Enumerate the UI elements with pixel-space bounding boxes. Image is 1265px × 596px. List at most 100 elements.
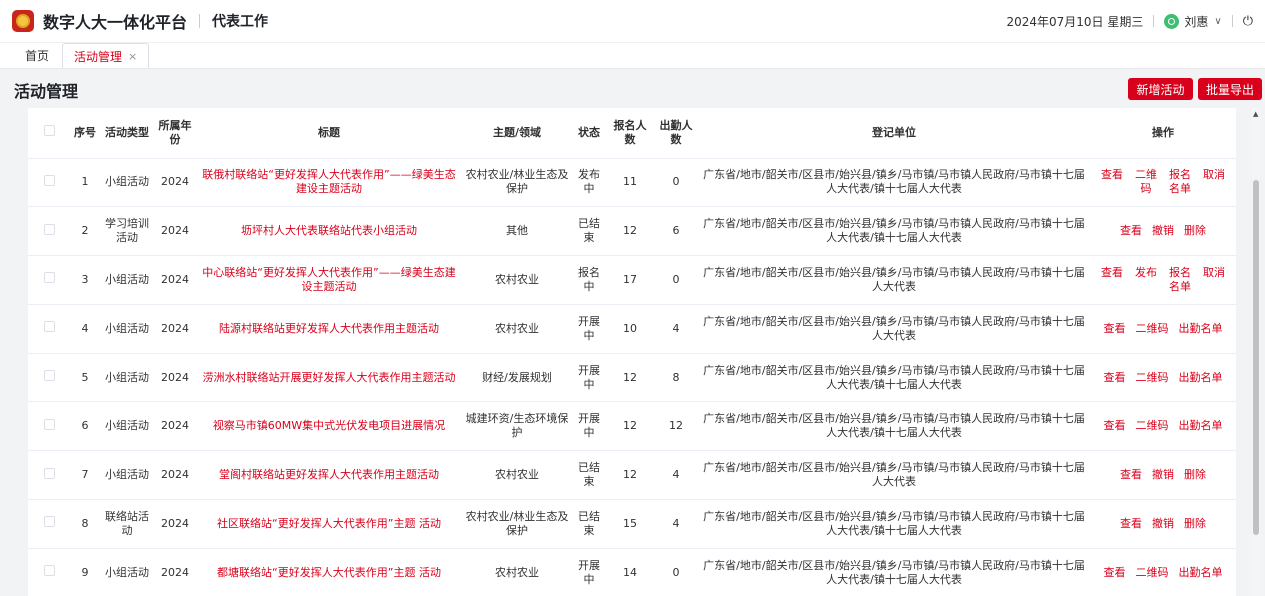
op-link[interactable]: 二维码 [1136,566,1169,580]
op-link[interactable]: 出勤名单 [1179,566,1223,580]
cell-type: 小组活动 [100,304,154,354]
cell-signup: 12 [606,401,654,452]
op-link[interactable]: 取消 [1202,266,1226,294]
cell-domain: 财经/发展规划 [462,353,572,403]
op-link[interactable]: 删除 [1184,224,1206,238]
col-header-type: 活动类型 [100,108,154,159]
op-link[interactable]: 撤销 [1152,468,1174,482]
select-all-checkbox[interactable] [28,108,70,159]
cell-domain: 农村农业/林业生态及保护 [462,158,572,208]
cell-title[interactable]: 中心联络站“更好发挥人大代表作用”——绿美生态建设主题活动 [196,255,462,305]
cell-no: 9 [70,548,100,596]
cell-title[interactable]: 涝洲水村联络站开展更好发挥人大代表作用主题活动 [196,353,462,403]
cell-status: 发布中 [572,158,606,208]
batch-export-button[interactable]: 批量导出 [1198,78,1262,100]
cell-title[interactable]: 陆源村联络站更好发挥人大代表作用主题活动 [196,304,462,354]
op-link[interactable]: 删除 [1184,517,1206,531]
op-link[interactable]: 查看 [1100,266,1124,294]
op-link[interactable]: 二维码 [1134,168,1158,196]
op-link[interactable]: 出勤名单 [1179,419,1223,433]
table-header-row: 序号 活动类型 所属年份 标题 主题/领域 状态 报名人数 出勤人数 登记单位 … [28,108,1236,159]
cell-status: 已结束 [572,499,606,549]
divider [1231,15,1233,27]
op-link[interactable]: 二维码 [1136,419,1169,433]
cell-no: 6 [70,401,100,452]
chevron-down-icon[interactable]: ∨ [1214,16,1221,27]
op-link[interactable]: 出勤名单 [1179,371,1223,385]
table-row: 9 小组活动 2024 都塘联络站“更好发挥人大代表作用”主题 活动 农村农业 开展中 14… [28,548,1236,596]
op-link[interactable]: 出勤名单 [1179,322,1223,336]
op-link[interactable]: 取消 [1202,168,1226,196]
tab-home[interactable]: 首页 [14,43,60,68]
row-checkbox[interactable] [28,401,70,452]
cell-attend: 0 [654,255,698,305]
cell-year: 2024 [154,499,196,549]
add-activity-button[interactable]: 新增活动 [1128,78,1193,100]
row-checkbox[interactable] [28,353,70,403]
cell-year: 2024 [154,548,196,596]
tab-activity-management[interactable]: 活动管理 × [62,43,150,68]
op-link[interactable]: 查看 [1120,517,1142,531]
op-link[interactable]: 发布 [1134,266,1158,294]
op-link[interactable]: 二维码 [1136,322,1169,336]
op-link[interactable]: 删除 [1184,468,1206,482]
col-header-signup: 报名人数 [606,108,654,159]
row-checkbox[interactable] [28,255,70,305]
cell-year: 2024 [154,304,196,354]
cell-status: 开展中 [572,548,606,596]
row-checkbox[interactable] [28,450,70,501]
user-avatar-icon[interactable] [1164,13,1180,29]
cell-unit: 广东省/地市/韶关市/区县市/始兴县/镇乡/马市镇/马市镇人民政府/马市镇十七届… [698,548,1090,596]
cell-title[interactable]: 社区联络站“更好发挥人大代表作用”主题 活动 [196,499,462,549]
op-link[interactable]: 查看 [1104,566,1126,580]
table-row: 5 小组活动 2024 涝洲水村联络站开展更好发挥人大代表作用主题活动 财经/发展规划开… [28,353,1236,403]
cell-signup: 14 [606,548,654,596]
op-link[interactable]: 查看 [1104,322,1126,336]
op-link[interactable]: 二维码 [1136,371,1169,385]
cell-title[interactable]: 堂阁村联络站更好发挥人大代表作用主题活动 [196,450,462,501]
op-link[interactable]: 查看 [1100,168,1124,196]
cell-attend: 8 [654,353,698,403]
cell-attend: 6 [654,206,698,257]
row-checkbox[interactable] [28,304,70,354]
op-link[interactable]: 撤销 [1152,517,1174,531]
cell-type: 小组活动 [100,255,154,305]
cell-title[interactable]: 联俄村联络站“更好发挥人大代表作用”——绿美生态建设主题活动 [196,158,462,208]
op-link[interactable]: 查看 [1120,468,1142,482]
close-icon[interactable]: × [128,50,137,63]
cell-type: 小组活动 [100,353,154,403]
cell-domain: 农村农业 [462,255,572,305]
op-link[interactable]: 查看 [1120,224,1142,238]
cell-no: 1 [70,158,100,208]
cell-title[interactable]: 都塘联络站“更好发挥人大代表作用”主题 活动 [196,548,462,596]
op-link[interactable]: 撤销 [1152,224,1174,238]
cell-domain: 农村农业 [462,304,572,354]
cell-unit: 广东省/地市/韶关市/区县市/始兴县/镇乡/马市镇/马市镇人民政府/马市镇十七届… [698,158,1090,208]
row-checkbox[interactable] [28,499,70,549]
user-name[interactable]: 刘惠 [1184,13,1208,30]
op-link[interactable]: 查看 [1104,371,1126,385]
app-title: 数字人大一体化平台 [43,13,188,32]
row-checkbox[interactable] [28,158,70,208]
scrollbar-thumb[interactable] [1253,180,1259,535]
cell-attend: 0 [654,548,698,596]
scroll-up-icon[interactable]: ▲ [1253,110,1258,118]
cell-year: 2024 [154,158,196,208]
cell-title[interactable]: 坜坪村人大代表联络站代表小组活动 [196,206,462,257]
cell-year: 2024 [154,401,196,452]
power-icon[interactable]: ⏻ [1243,14,1253,29]
cell-title[interactable]: 视察马市镇60MW集中式光伏发电项目进展情况 [196,401,462,452]
col-header-domain: 主题/领域 [462,108,572,159]
op-link[interactable]: 查看 [1104,419,1126,433]
page-title: 活动管理 [14,82,79,101]
row-checkbox[interactable] [28,206,70,257]
row-checkbox[interactable] [28,548,70,596]
cell-attend: 4 [654,304,698,354]
col-header-no: 序号 [70,108,100,159]
cell-unit: 广东省/地市/韶关市/区县市/始兴县/镇乡/马市镇/马市镇人民政府/马市镇十七届… [698,450,1090,501]
op-link[interactable]: 报名名单 [1168,266,1192,294]
cell-year: 2024 [154,206,196,257]
op-link[interactable]: 报名名单 [1168,168,1192,196]
title-divider [199,14,201,28]
cell-ops: 查看 撤销 删除 [1090,450,1236,501]
